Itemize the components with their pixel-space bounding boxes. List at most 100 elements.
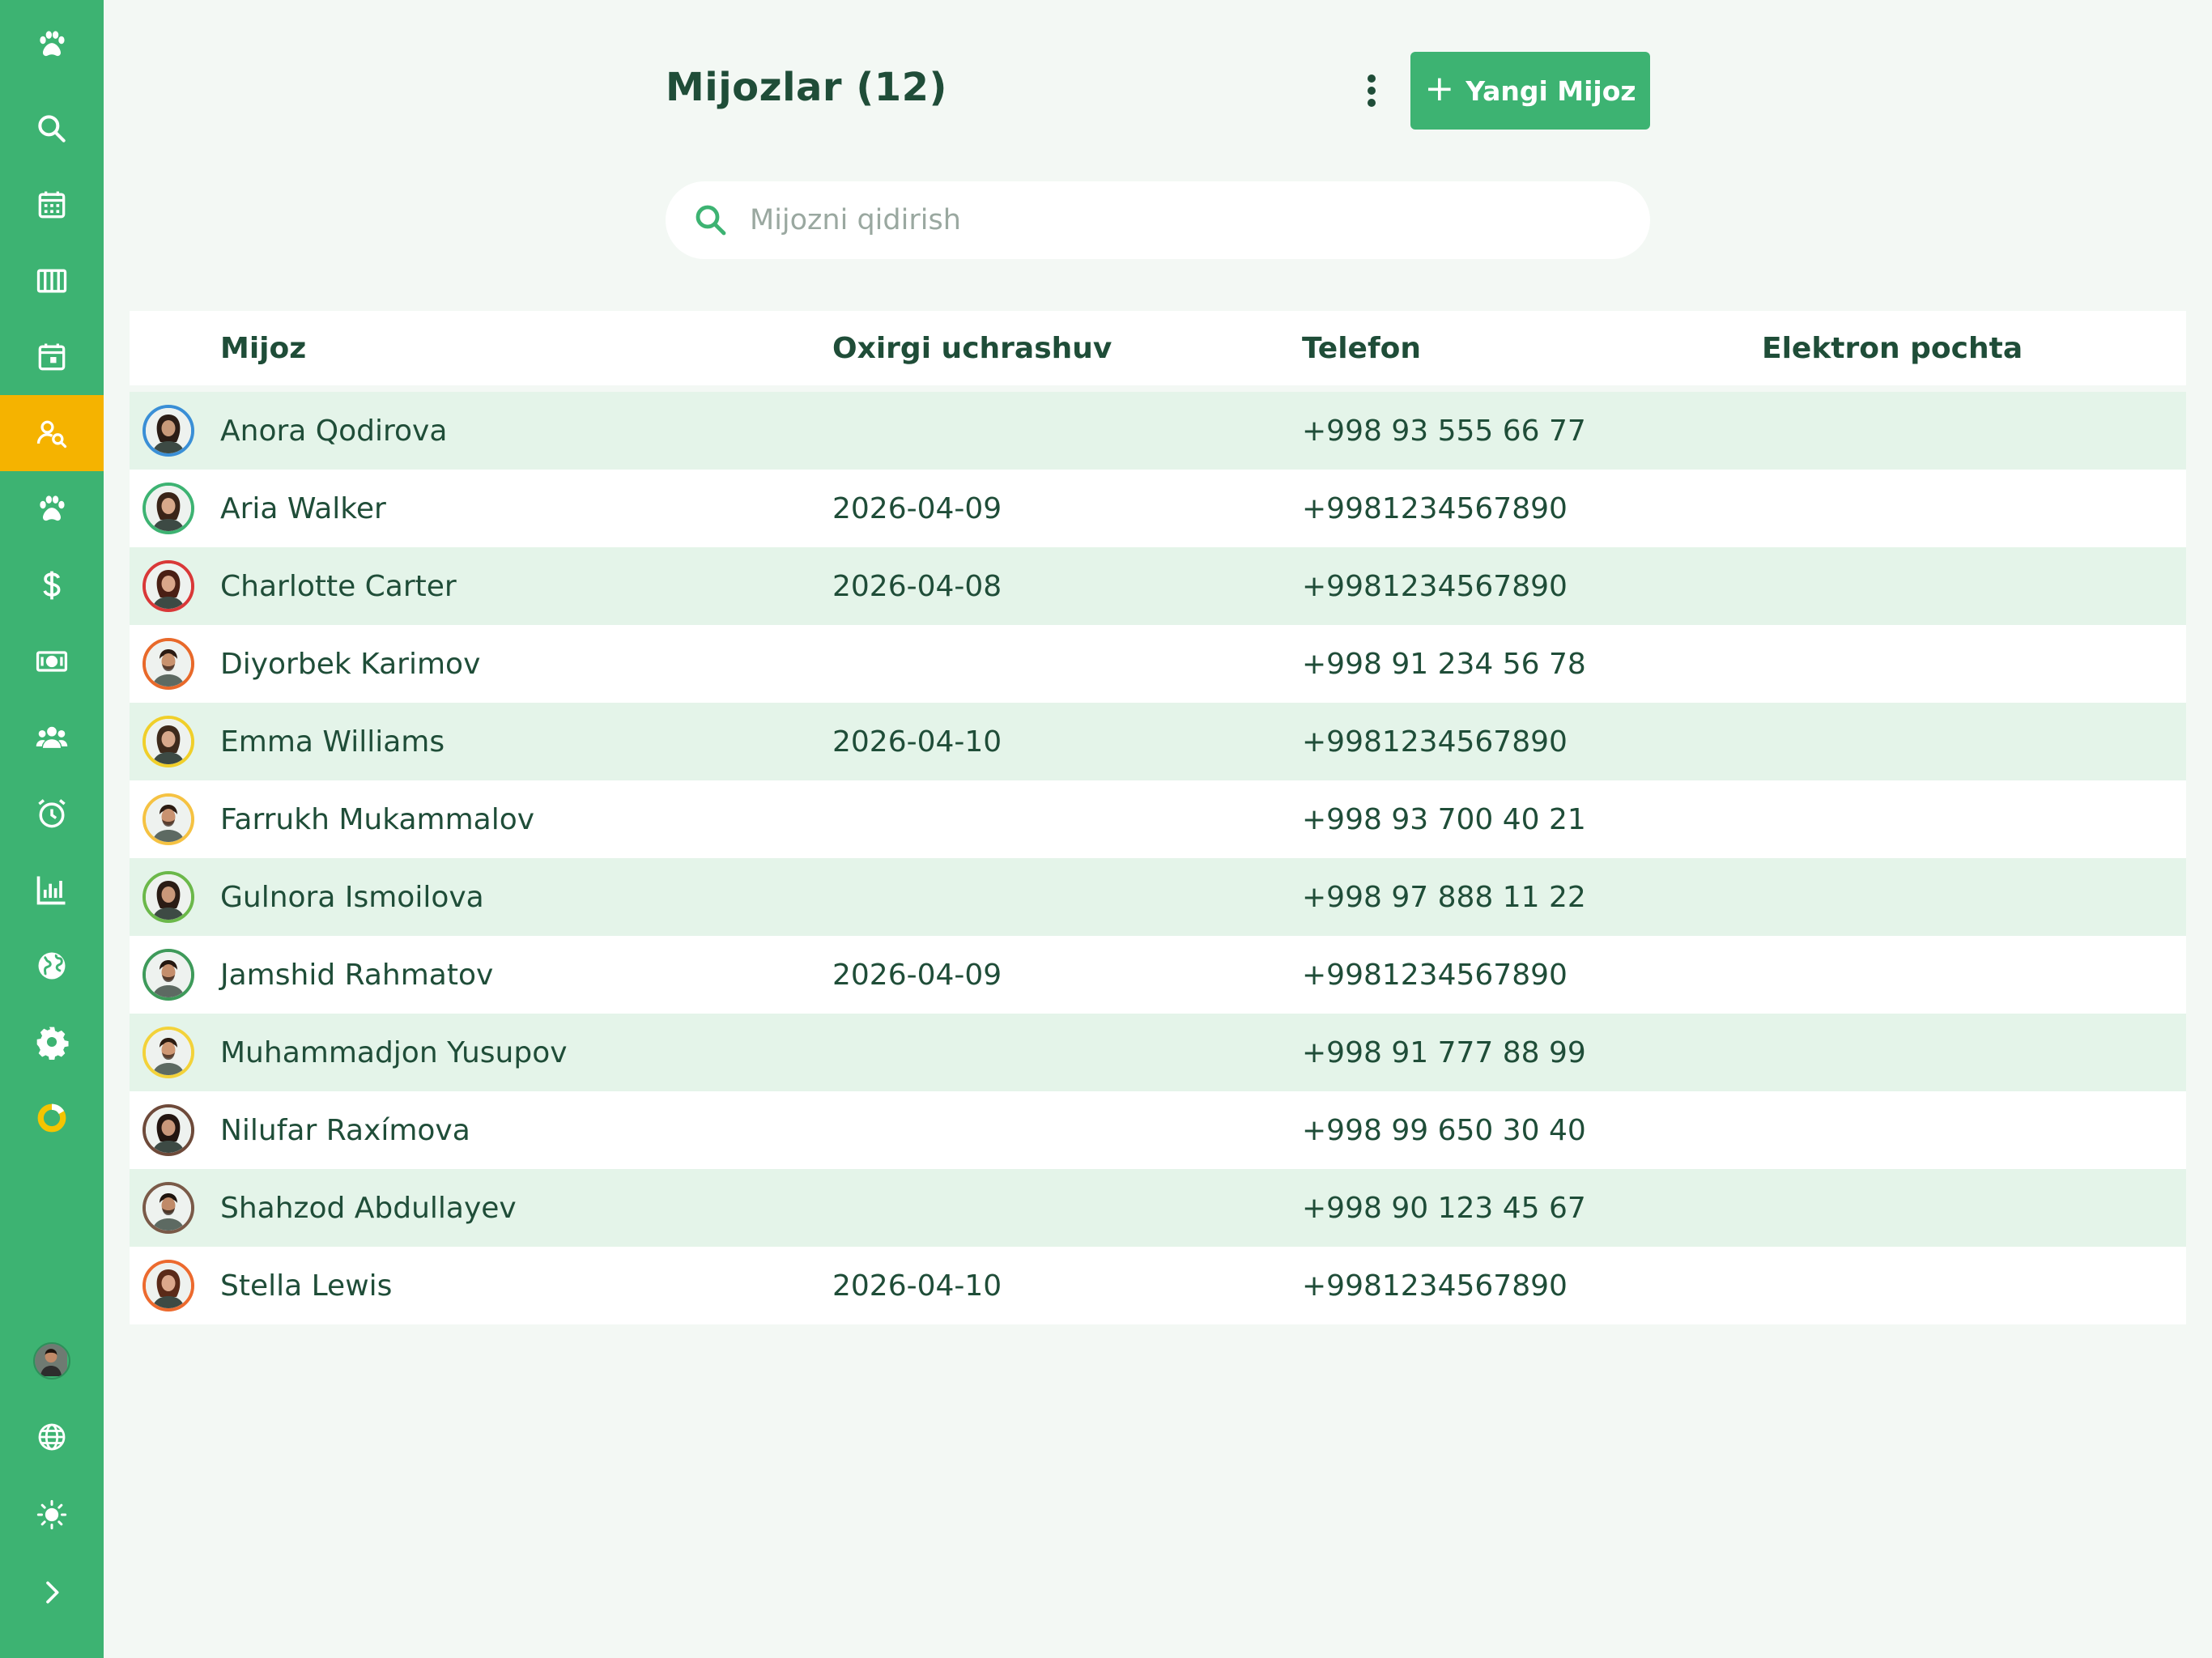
table-row[interactable]: Jamshid Rahmatov 2026-04-09 +9981234567890 (130, 936, 2186, 1014)
client-name: Charlotte Carter (220, 569, 457, 603)
client-name: Anora Qodirova (220, 414, 448, 448)
table-row[interactable]: Stella Lewis 2026-04-10 +9981234567890 (130, 1247, 2186, 1324)
column-header-email[interactable]: Elektron pochta (1762, 311, 2023, 385)
table-row[interactable]: Nilufar Raxímova +998 99 650 30 40 (130, 1091, 2186, 1169)
avatar-cell (143, 703, 194, 780)
calendar-icon (38, 191, 66, 219)
avatar-cell (143, 1091, 194, 1169)
bar-chart-icon (36, 876, 66, 905)
paw-icon (40, 495, 65, 521)
client-name: Nilufar Raxímova (220, 1113, 470, 1147)
avatar (143, 793, 194, 845)
client-name: Aria Walker (220, 491, 386, 525)
add-client-button-label: Yangi Mijoz (1465, 74, 1636, 107)
avatar (33, 1342, 70, 1380)
sidebar (0, 0, 104, 1658)
table-row[interactable]: Aria Walker 2026-04-09 +9981234567890 (130, 470, 2186, 547)
avatar-cell (143, 1247, 194, 1324)
sidebar-item-payments[interactable] (0, 623, 104, 699)
avatar (143, 1182, 194, 1234)
progress-ring-icon (37, 1103, 66, 1133)
more-options-button[interactable] (1347, 66, 1396, 115)
client-name: Jamshid Rahmatov (220, 958, 494, 992)
sidebar-item-reminders[interactable] (0, 776, 104, 852)
gear-icon (36, 1027, 69, 1060)
globe-icon (38, 952, 66, 980)
sidebar-user-avatar[interactable] (0, 1323, 104, 1399)
sidebar-language[interactable] (0, 1399, 104, 1475)
phone-number: +9981234567890 (1302, 958, 1568, 992)
avatar (143, 405, 194, 457)
column-header-client[interactable]: Mijoz (220, 311, 306, 385)
sidebar-item-sales[interactable] (0, 547, 104, 623)
avatar (143, 638, 194, 690)
sidebar-item-website[interactable] (0, 928, 104, 1004)
avatar-cell (143, 858, 194, 936)
sidebar-item-progress[interactable] (0, 1080, 104, 1156)
sidebar-item-logo[interactable] (0, 6, 104, 83)
table-row[interactable]: Charlotte Carter 2026-04-08 +9981234567890 (130, 547, 2186, 625)
clients-table: Mijoz Oxirgi uchrashuv Telefon Elektron … (130, 311, 2186, 1324)
sidebar-item-staff[interactable] (0, 699, 104, 776)
cash-icon (36, 651, 68, 672)
language-globe-icon (38, 1423, 66, 1451)
sidebar-item-board[interactable] (0, 243, 104, 319)
users-icon (36, 726, 68, 748)
sidebar-item-reports[interactable] (0, 852, 104, 928)
page-title: Mijozlar (12) (666, 65, 947, 110)
sidebar-item-search[interactable] (0, 91, 104, 167)
phone-number: +9981234567890 (1302, 569, 1568, 603)
last-visit-date: 2026-04-10 (832, 725, 1002, 759)
kebab-menu-icon (1368, 74, 1376, 107)
table-row[interactable]: Muhammadjon Yusupov +998 91 777 88 99 (130, 1014, 2186, 1091)
table-row[interactable]: Gulnora Ismoilova +998 97 888 11 22 (130, 858, 2186, 936)
avatar (143, 1260, 194, 1312)
table-row[interactable]: Farrukh Mukammalov +998 93 700 40 21 (130, 780, 2186, 858)
table-row[interactable]: Anora Qodirova +998 93 555 66 77 (130, 392, 2186, 470)
columns-icon (36, 269, 67, 293)
avatar (143, 483, 194, 534)
avatar (143, 949, 194, 1001)
phone-number: +998 93 700 40 21 (1302, 802, 1586, 836)
table-body: Anora Qodirova +998 93 555 66 77 Aria Walk… (130, 392, 2186, 1324)
sidebar-item-pets[interactable] (0, 471, 104, 547)
table-row[interactable]: Shahzod Abdullayev +998 90 123 45 67 (130, 1169, 2186, 1247)
column-header-last-visit[interactable]: Oxirgi uchrashuv (832, 311, 1112, 385)
search-bar (666, 181, 1650, 259)
sidebar-expand[interactable] (0, 1554, 104, 1630)
last-visit-date: 2026-04-09 (832, 491, 1002, 525)
avatar (143, 560, 194, 612)
phone-number: +998 91 234 56 78 (1302, 647, 1586, 681)
sidebar-item-settings[interactable] (0, 1004, 104, 1080)
avatar-cell (143, 780, 194, 858)
sun-icon (36, 1499, 67, 1530)
avatar (143, 871, 194, 923)
sidebar-item-clients[interactable] (0, 395, 104, 471)
avatar-cell (143, 547, 194, 625)
client-name: Shahzod Abdullayev (220, 1191, 517, 1225)
table-row[interactable]: Emma Williams 2026-04-10 +9981234567890 (130, 703, 2186, 780)
avatar (143, 1027, 194, 1078)
search-icon (38, 115, 66, 142)
add-client-button[interactable]: + Yangi Mijoz (1410, 52, 1650, 130)
search-input[interactable] (750, 204, 1624, 236)
client-name: Emma Williams (220, 725, 445, 759)
avatar-cell (143, 392, 194, 470)
last-visit-date: 2026-04-08 (832, 569, 1002, 603)
column-header-phone[interactable]: Telefon (1302, 311, 1421, 385)
client-name: Muhammadjon Yusupov (220, 1035, 568, 1069)
phone-number: +998 99 650 30 40 (1302, 1113, 1586, 1147)
avatar (143, 716, 194, 767)
dollar-icon (43, 571, 61, 600)
table-row[interactable]: Diyorbek Karimov +998 91 234 56 78 (130, 625, 2186, 703)
avatar-cell (143, 936, 194, 1014)
calendar-day-icon (38, 343, 66, 371)
sidebar-item-calendar[interactable] (0, 167, 104, 243)
phone-number: +998 97 888 11 22 (1302, 880, 1586, 914)
phone-number: +9981234567890 (1302, 725, 1568, 759)
phone-number: +998 93 555 66 77 (1302, 414, 1586, 448)
paw-icon (40, 31, 65, 57)
sidebar-item-schedule[interactable] (0, 319, 104, 395)
sidebar-theme-toggle[interactable] (0, 1477, 104, 1553)
phone-number: +998 90 123 45 67 (1302, 1191, 1586, 1225)
